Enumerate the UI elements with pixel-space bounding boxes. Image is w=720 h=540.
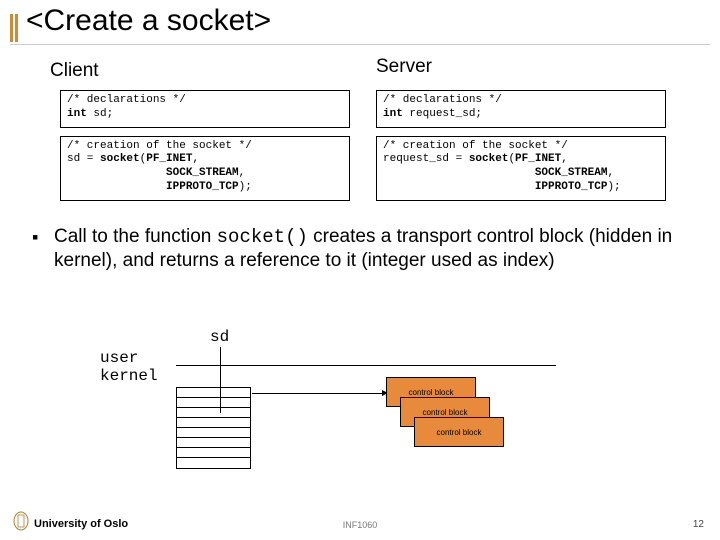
table-row xyxy=(177,458,250,468)
code-line: int xyxy=(383,108,403,120)
code-line: request_sd; xyxy=(403,108,482,120)
code-line: , xyxy=(239,167,246,179)
table-row xyxy=(177,408,250,418)
kernel-label: kernel xyxy=(100,367,158,385)
client-heading: Client xyxy=(50,60,99,82)
user-label: user xyxy=(100,349,138,367)
table-row xyxy=(177,438,250,448)
server-heading: Server xyxy=(376,56,432,78)
title-underline xyxy=(10,44,710,45)
code-line: IPPROTO_TCP xyxy=(383,181,607,193)
code-line: socket xyxy=(100,153,140,165)
body-mono: socket() xyxy=(217,226,308,248)
code-line: socket xyxy=(469,153,509,165)
code-line: ); xyxy=(607,181,620,193)
university-logo-icon xyxy=(12,510,30,532)
descriptor-table xyxy=(176,387,251,469)
sd-arrow-v xyxy=(220,347,221,413)
code-line: SOCK_STREAM xyxy=(67,167,239,179)
slide-title: <Create a socket> xyxy=(26,4,271,38)
code-line: request_sd = xyxy=(383,153,469,165)
code-line: , xyxy=(561,153,568,165)
title-accent xyxy=(10,14,19,42)
client-create-box: /* creation of the socket */ sd = socket… xyxy=(60,136,350,201)
client-declarations-box: /* declarations */ int sd; xyxy=(60,90,350,128)
code-line: /* creation of the socket */ xyxy=(67,140,252,152)
code-line: sd; xyxy=(87,108,113,120)
control-block: control block xyxy=(414,417,504,447)
arrow-to-block xyxy=(252,393,382,394)
code-line: SOCK_STREAM xyxy=(383,167,607,179)
table-row xyxy=(177,448,250,458)
client-code-column: /* declarations */ int sd; /* creation o… xyxy=(60,90,350,209)
footer-page-number: 12 xyxy=(693,519,704,530)
server-code-column: /* declarations */ int request_sd; /* cr… xyxy=(376,90,666,209)
code-line: /* declarations */ xyxy=(67,94,186,106)
code-line: PF_INET xyxy=(515,153,561,165)
table-row xyxy=(177,398,250,408)
code-line: , xyxy=(607,167,614,179)
code-line: ); xyxy=(239,181,252,193)
code-line: PF_INET xyxy=(146,153,192,165)
bullet-icon: ▪ xyxy=(32,227,38,248)
server-declarations-box: /* declarations */ int request_sd; xyxy=(376,90,666,128)
body-span: Call to the function xyxy=(54,226,217,247)
code-line: , xyxy=(192,153,199,165)
code-line: sd = xyxy=(67,153,100,165)
code-line: /* creation of the socket */ xyxy=(383,140,568,152)
table-row xyxy=(177,428,250,438)
footer-course: INF1060 xyxy=(343,520,378,530)
footer-university: University of Oslo xyxy=(34,518,128,530)
code-line: /* declarations */ xyxy=(383,94,502,106)
user-kernel-line xyxy=(176,365,556,366)
code-line: int xyxy=(67,108,87,120)
sd-label: sd xyxy=(210,328,229,346)
body-paragraph: Call to the function socket() creates a … xyxy=(54,225,674,274)
socket-diagram: sd user kernel control block control blo… xyxy=(100,335,620,495)
table-row xyxy=(177,418,250,428)
table-row xyxy=(177,388,250,398)
code-line: IPPROTO_TCP xyxy=(67,181,239,193)
server-create-box: /* creation of the socket */ request_sd … xyxy=(376,136,666,201)
